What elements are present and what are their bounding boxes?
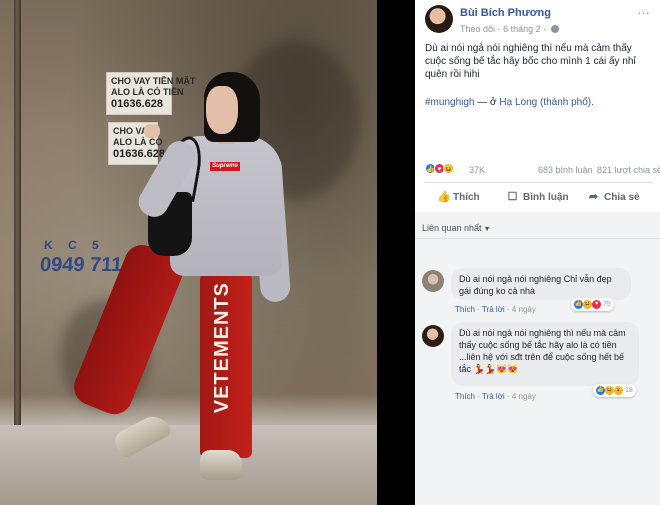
share-button[interactable]: ➦ Chia sẻ [588,186,640,208]
comment-time[interactable]: 4 ngày [512,392,536,401]
commenter-avatar[interactable] [422,270,444,292]
divider [425,182,653,183]
reaction-icons[interactable]: 👍 ♥ 😆 [425,163,454,177]
comment-sort-dropdown[interactable]: Liên quan nhất ▼ [422,223,491,233]
sneaker-left [111,410,173,460]
comment-like-link[interactable]: Thích [455,392,475,401]
haha-reaction-icon: 😆 [605,385,614,395]
post-date[interactable]: 6 tháng 2 [503,24,541,34]
post-side-panel: Bùi Bích Phương Theo dõi · 6 tháng 2 · ·… [415,0,660,505]
comment-bubble: Dù ai nói ngả nói nghiêng Chỉ vẫn đẹp gá… [451,268,631,300]
comment-emojis: 💃💃😻😻 [473,364,519,374]
like-button[interactable]: 👍 Thích [437,186,480,208]
post-tags: #munghigh — ở Hạ Long (thành phố). [425,96,653,109]
divider [415,238,660,239]
follow-link[interactable]: Theo dõi [460,24,495,34]
post-meta: Theo dõi · 6 tháng 2 · [460,24,559,34]
share-button-label: Chia sẻ [604,192,640,203]
share-count-link[interactable]: 821 lượt chia sẻ [597,165,660,175]
comment-button-label: Bình luận [523,192,569,203]
comment-like-link[interactable]: Thích [455,305,475,314]
pants-print: VETEMENTS [211,282,233,414]
hashtag-link[interactable]: #munghigh [425,97,474,108]
more-options-icon[interactable]: ··· [637,5,650,20]
face [206,86,238,134]
comment-actions: Thích · Trả lời · 4 ngày [455,392,536,401]
meta-separator: · [497,24,501,34]
author-avatar[interactable] [425,5,453,33]
hand [144,124,160,138]
post-header: Bùi Bích Phương Theo dõi · 6 tháng 2 · ·… [415,0,660,40]
chevron-down-icon: ▼ [483,226,491,233]
shirt-logo: Supreme [210,162,240,171]
comment-text: Dù ai nói ngả nói nghiêng Chỉ vẫn đẹp gá… [459,274,612,296]
like-reaction-icon: 👍 [596,385,605,395]
location-prefix: — ở [477,97,497,108]
thumbs-up-icon: 👍 [437,191,451,203]
comment-bubble-icon: ☐ [507,191,518,203]
globe-icon [550,25,559,33]
post-photo[interactable]: CHO VAY TIỀN MẶT ALO LÀ CÓ TIỀN 01636.62… [0,0,377,505]
meta-separator: · [543,24,547,34]
person-figure: VETEMENTS Supreme [68,72,292,482]
reaction-count[interactable]: 37K [469,165,485,175]
commenter-avatar[interactable] [422,325,444,347]
comment-reaction-count: 75 [602,301,611,308]
like-button-label: Thích [453,192,480,203]
wall-graffiti: K C 5 [43,238,106,252]
comment-reactions[interactable]: 👍 😆 😮 18 [593,384,636,397]
comment-reaction-count: 18 [624,387,633,394]
wall-pipe [14,0,21,430]
post-stats: 👍 ♥ 😆 37K 683 bình luận 821 lượt chia sẻ [425,163,660,177]
haha-reaction-icon: 😆 [443,163,454,175]
comment-time[interactable]: 4 ngày [512,305,536,314]
photo-viewer: CHO VAY TIỀN MẶT ALO LÀ CÓ TIỀN 01636.62… [0,0,415,505]
comment-bubble: Dù ai nói ngả nói nghiêng thì nếu mà cảm… [451,322,639,386]
sneaker-right [200,450,242,480]
share-arrow-icon: ➦ [588,191,599,203]
comment-reply-link[interactable]: Trả lời [482,392,505,401]
location-link[interactable]: Hạ Long (thành phố). [499,97,594,108]
like-reaction-icon: 👍 [574,299,583,309]
post-text: Dù ai nói ngả nói nghiêng thì nếu mà cảm… [425,43,636,80]
comment-reactions[interactable]: 👍 😆 ♥ 75 [571,298,614,311]
post-actions: 👍 Thích ☐ Bình luận ➦ Chia sẻ [425,186,653,208]
comment-actions: Thích · Trả lời · 4 ngày [455,305,536,314]
love-reaction-icon: ♥ [592,299,601,309]
comment-count-link[interactable]: 683 bình luận [538,165,593,175]
comment-button[interactable]: ☐ Bình luận [507,186,569,208]
comment-reply-link[interactable]: Trả lời [482,305,505,314]
author-name[interactable]: Bùi Bích Phương [460,7,551,19]
comment-sort-label: Liên quan nhất [422,223,482,233]
haha-reaction-icon: 😆 [583,299,592,309]
wow-reaction-icon: 😮 [614,385,623,395]
